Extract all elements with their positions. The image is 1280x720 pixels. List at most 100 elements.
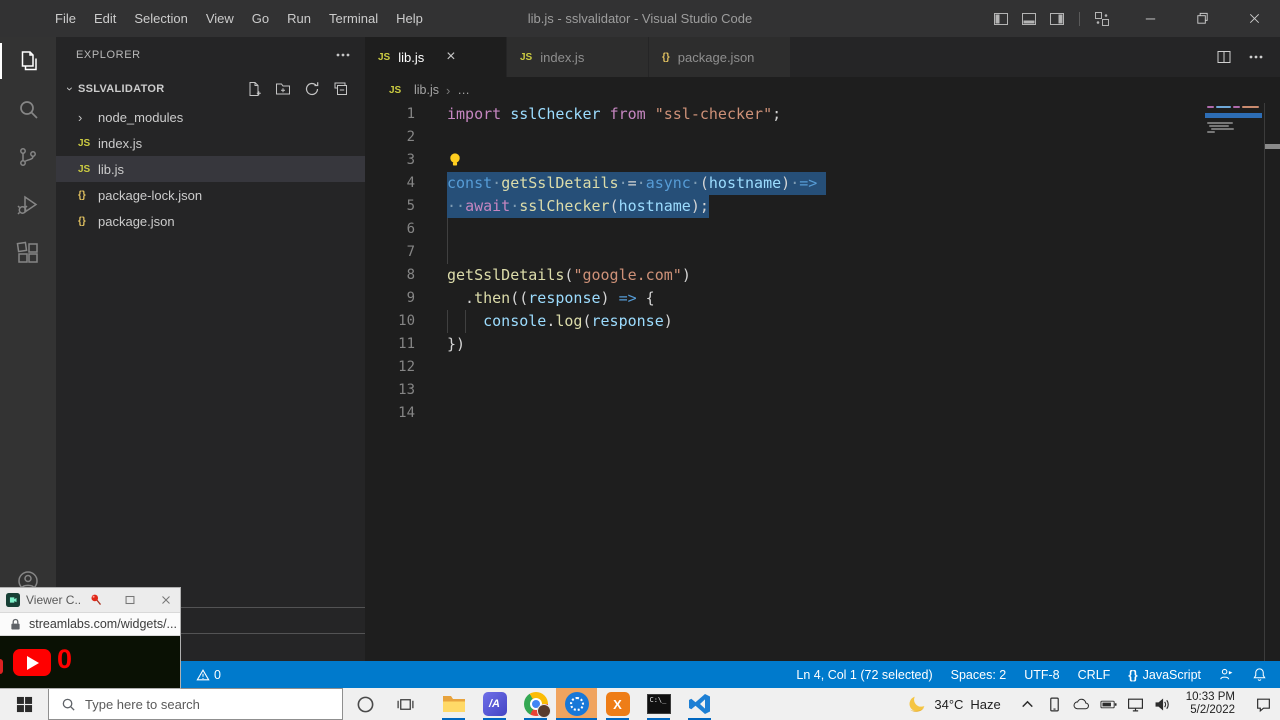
language-status[interactable]: {} JavaScript (1128, 668, 1201, 682)
breadcrumb-file[interactable]: lib.js (414, 83, 439, 97)
action-center-icon[interactable] (1255, 696, 1272, 713)
minimize-button[interactable] (1124, 0, 1176, 37)
viewer-popup-window[interactable]: Viewer C... streamlabs.com/widgets/... 0 (0, 588, 180, 688)
close-icon[interactable]: × (446, 49, 455, 65)
close-button[interactable] (1228, 0, 1280, 37)
code-line-4[interactable]: 4const·getSslDetails·=·async·(hostname)·… (365, 172, 1280, 195)
battery-icon[interactable] (1100, 696, 1117, 713)
taskbar-app-vscode[interactable] (679, 688, 720, 720)
weather-widget[interactable]: 34°C Haze (907, 694, 1000, 714)
status-bar-right: Ln 4, Col 1 (72 selected) Spaces: 2 UTF-… (796, 667, 1280, 682)
cortana-button[interactable] (347, 688, 383, 720)
search-box[interactable]: Type here to search (48, 688, 343, 720)
activity-bar (0, 37, 56, 661)
code-editor[interactable]: 1import sslChecker from "ssl-checker";23… (365, 103, 1280, 661)
breadcrumb-ellipsis[interactable]: … (457, 83, 470, 97)
scrollbar-track[interactable] (1264, 103, 1265, 661)
code-line-5[interactable]: 5··await·sslChecker(hostname); (365, 195, 1280, 218)
code-line-3[interactable]: 3 (365, 149, 1280, 172)
bell-icon[interactable] (1252, 667, 1267, 682)
onedrive-icon[interactable] (1073, 696, 1090, 713)
menu-run[interactable]: Run (278, 11, 320, 26)
code-line-11[interactable]: 11}) (365, 333, 1280, 356)
file-tree-item-package.json[interactable]: {}package.json (56, 208, 365, 234)
menu-terminal[interactable]: Terminal (320, 11, 387, 26)
clock[interactable]: 10:33 PM 5/2/2022 (1186, 691, 1235, 717)
code-line-12[interactable]: 12 (365, 356, 1280, 379)
task-view-button[interactable] (387, 688, 423, 720)
menu-edit[interactable]: Edit (85, 11, 125, 26)
cursor-position[interactable]: Ln 4, Col 1 (72 selected) (796, 668, 932, 682)
new-file-icon[interactable] (246, 81, 262, 97)
activity-run-debug[interactable] (0, 181, 56, 229)
minimap[interactable] (1205, 105, 1262, 147)
restore-button[interactable] (1176, 0, 1228, 37)
code-line-8[interactable]: 8getSslDetails("google.com") (365, 264, 1280, 287)
more-actions-icon[interactable] (335, 47, 351, 63)
code-line-6[interactable]: 6 (365, 218, 1280, 241)
code-line-13[interactable]: 13 (365, 379, 1280, 402)
feedback-icon[interactable] (1219, 667, 1234, 682)
collapse-all-icon[interactable] (333, 81, 349, 97)
popup-url-bar[interactable]: streamlabs.com/widgets/... (0, 612, 180, 636)
taskbar-app-command-prompt[interactable]: C:\_ (638, 688, 679, 720)
code-line-2[interactable]: 2 (365, 126, 1280, 149)
more-actions-icon[interactable] (1248, 49, 1264, 65)
split-editor-icon[interactable] (1216, 49, 1232, 65)
menu-view[interactable]: View (197, 11, 243, 26)
menu-help[interactable]: Help (387, 11, 432, 26)
taskbar-app-streamlabs-app[interactable] (556, 688, 597, 720)
menu-selection[interactable]: Selection (125, 11, 196, 26)
layout-sidebar-left-icon[interactable] (993, 11, 1009, 27)
code-line-14[interactable]: 14 (365, 402, 1280, 425)
popup-minimize-icon[interactable] (123, 593, 137, 607)
explorer-section-header[interactable]: › SSLVALIDATOR (56, 76, 365, 102)
activity-source-control[interactable] (0, 133, 56, 181)
chevron-up-icon[interactable] (1019, 696, 1036, 713)
indent-guide (465, 310, 466, 333)
tray-icons (1019, 696, 1171, 713)
file-tree-item-index.js[interactable]: JSindex.js (56, 130, 365, 156)
refresh-icon[interactable] (304, 81, 320, 97)
file-tree-item-node_modules[interactable]: ›node_modules (56, 104, 365, 130)
menu-go[interactable]: Go (243, 11, 278, 26)
search-placeholder: Type here to search (85, 697, 200, 712)
taskbar-app-slash-a-app[interactable]: /A (474, 688, 515, 720)
taskbar-app-file-explorer[interactable] (433, 688, 474, 720)
pin-icon[interactable] (89, 593, 103, 607)
activity-search[interactable] (0, 85, 56, 133)
popup-close-icon[interactable] (159, 593, 173, 607)
file-tree-item-lib.js[interactable]: JSlib.js (56, 156, 365, 182)
volume-icon[interactable] (1154, 696, 1171, 713)
code-line-10[interactable]: 10 console.log(response) (365, 310, 1280, 333)
lightbulb-icon[interactable] (447, 152, 463, 168)
indentation-status[interactable]: Spaces: 2 (951, 668, 1007, 682)
new-folder-icon[interactable] (275, 81, 291, 97)
activity-extensions[interactable] (0, 229, 56, 277)
layout-panel-icon[interactable] (1021, 11, 1037, 27)
tab-package.json[interactable]: {}package.json (649, 37, 791, 77)
customize-layout-icon[interactable] (1094, 11, 1110, 27)
file-tree-item-package-lock.json[interactable]: {}package-lock.json (56, 182, 365, 208)
breadcrumb[interactable]: JS lib.js › … (365, 77, 1280, 103)
encoding-status[interactable]: UTF-8 (1024, 668, 1059, 682)
file-explorer-icon (442, 694, 466, 714)
activity-files[interactable] (0, 37, 56, 85)
tab-index.js[interactable]: JSindex.js (507, 37, 649, 77)
close-icon (1247, 11, 1262, 26)
code-line-9[interactable]: 9 .then((response) => { (365, 287, 1280, 310)
popup-title-bar[interactable]: Viewer C... (0, 588, 180, 612)
layout-sidebar-right-icon[interactable] (1049, 11, 1065, 27)
xampp-icon: X (606, 692, 630, 716)
phone-link-icon[interactable] (1046, 696, 1063, 713)
js-file-icon: JS (78, 138, 96, 149)
eol-status[interactable]: CRLF (1078, 668, 1111, 682)
taskbar-app-chrome[interactable] (515, 688, 556, 720)
network-icon[interactable] (1127, 696, 1144, 713)
code-line-1[interactable]: 1import sslChecker from "ssl-checker"; (365, 103, 1280, 126)
code-line-7[interactable]: 7 (365, 241, 1280, 264)
menu-file[interactable]: File (46, 11, 85, 26)
taskbar-app-xampp[interactable]: X (597, 688, 638, 720)
start-button[interactable] (0, 688, 48, 720)
tab-lib.js[interactable]: JSlib.js× (365, 37, 507, 77)
